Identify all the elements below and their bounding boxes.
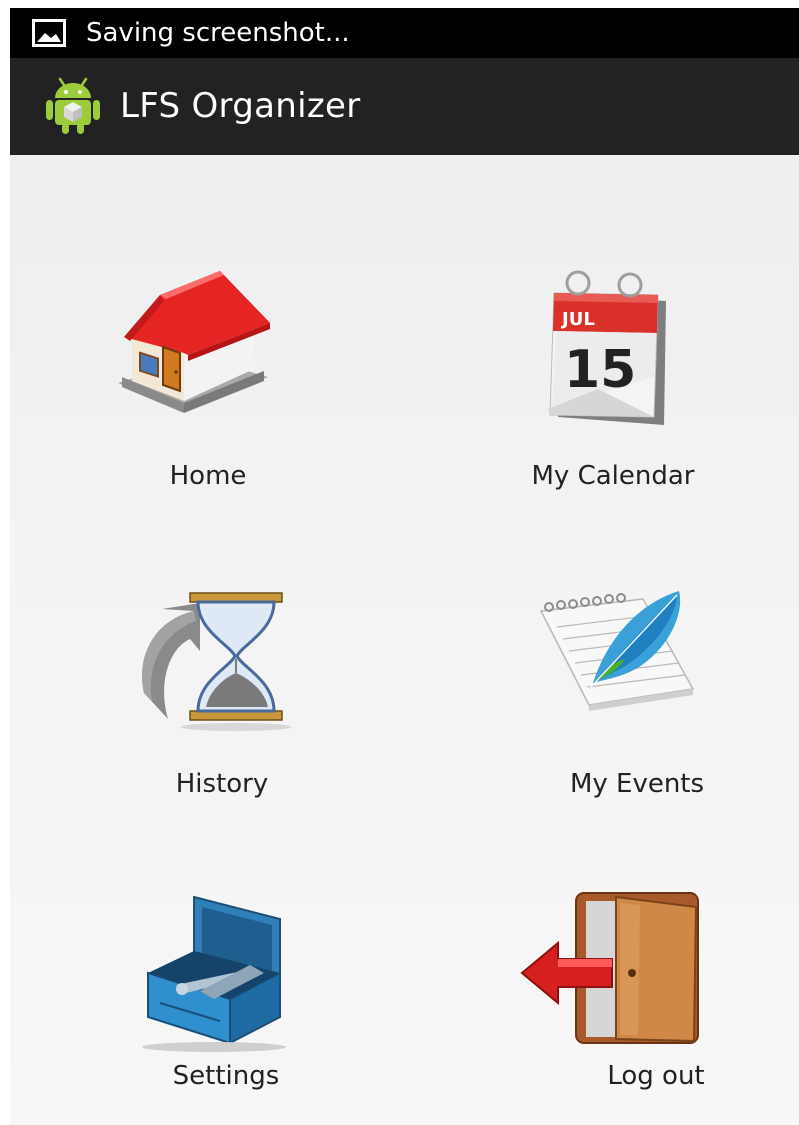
dashboard-grid: Home JUL 15 My Calendar History My Event… xyxy=(10,155,799,1125)
action-bar: LFS Organizer xyxy=(10,58,799,156)
log-out-tile[interactable]: Log out xyxy=(520,875,720,1115)
settings-label: Settings xyxy=(172,1061,280,1091)
android-icon[interactable] xyxy=(44,77,102,135)
settings-tile[interactable]: Settings xyxy=(120,875,340,1115)
my-calendar-tile[interactable]: JUL 15 My Calendar xyxy=(510,265,720,505)
house-icon xyxy=(118,271,270,413)
app-screen: Saving screenshot... LFS Organizer Home … xyxy=(10,8,799,1125)
status-notification-text: Saving screenshot... xyxy=(86,18,350,48)
my-events-label: My Events xyxy=(569,769,705,799)
home-label: Home xyxy=(169,461,247,491)
toolbox-icon xyxy=(142,895,286,1052)
svg-text:15: 15 xyxy=(564,340,636,400)
app-title: LFS Organizer xyxy=(120,86,361,126)
my-calendar-label: My Calendar xyxy=(531,461,695,491)
svg-text:JUL: JUL xyxy=(560,309,595,330)
status-bar: Saving screenshot... xyxy=(10,8,799,58)
home-tile[interactable]: Home xyxy=(90,265,334,505)
log-out-label: Log out xyxy=(607,1061,705,1091)
calendar-icon: JUL 15 xyxy=(548,270,666,425)
history-tile[interactable]: History xyxy=(110,575,330,815)
history-label: History xyxy=(175,769,269,799)
hourglass-icon xyxy=(142,592,292,731)
image-icon xyxy=(32,19,66,47)
my-events-tile[interactable]: My Events xyxy=(515,575,715,815)
notepad-quill-icon xyxy=(539,591,695,711)
exit-door-icon xyxy=(520,892,699,1044)
